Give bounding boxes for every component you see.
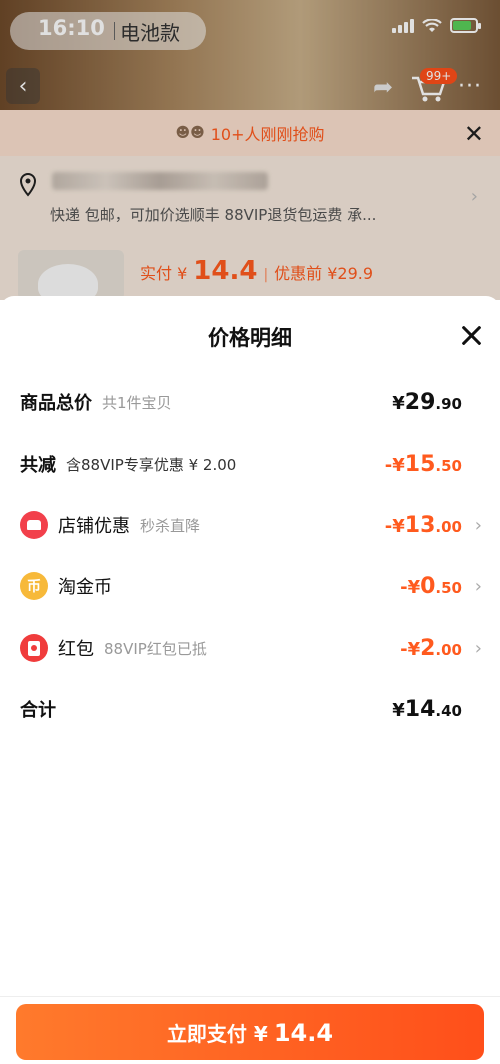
row-price: -¥ 15.50 (385, 452, 462, 477)
price-symbol: -¥ (400, 576, 421, 598)
price-symbol: -¥ (384, 454, 405, 476)
price-detail-sheet: 价格明细 商品总价 共1件宝贝 ¥29.90 共减 含88VIP专享优惠 ¥ 2… (0, 296, 500, 1064)
row-total-discount: 共减 含88VIP专享优惠 ¥ 2.00 -¥ 15.50 (0, 444, 500, 484)
row-total: 合计 ¥14.40 (0, 689, 500, 729)
bottom-divider (0, 996, 500, 997)
price-decimal: .00 (435, 640, 462, 659)
row-note: 88VIP红包已抵 (104, 639, 207, 658)
sheet-title: 价格明细 (208, 326, 292, 350)
price-symbol: ¥ (392, 699, 405, 721)
price-symbol: ¥ (392, 392, 405, 414)
coin-icon: 币 (20, 572, 48, 600)
price-symbol: -¥ (384, 515, 405, 537)
price-integer: 2 (420, 635, 436, 661)
chevron-right-icon[interactable]: › (475, 638, 482, 659)
pay-now-button[interactable]: 立即支付 ¥ 14.4 (16, 1004, 484, 1060)
price-decimal: .90 (435, 394, 462, 413)
row-total-goods: 商品总价 共1件宝贝 ¥29.90 (0, 382, 500, 422)
price-integer: 14 (404, 696, 436, 722)
chevron-right-icon[interactable]: › (475, 515, 482, 536)
row-price: -¥ 0.50 (400, 574, 462, 599)
red-packet-icon (20, 634, 48, 662)
row-note: 含88VIP专享优惠 ¥ 2.00 (66, 455, 237, 474)
row-label: 共减 (20, 455, 56, 476)
row-label: 店铺优惠 (58, 516, 130, 537)
row-price: -¥ 13.00 (385, 513, 462, 538)
price-integer: 0 (420, 573, 436, 599)
row-note: 共1件宝贝 (102, 393, 172, 412)
price-decimal: .50 (435, 456, 462, 475)
row-note: 秒杀直降 (140, 516, 201, 535)
row-price: -¥ 2.00 (400, 636, 462, 661)
price-integer: 15 (404, 451, 436, 477)
chevron-right-icon[interactable]: › (475, 576, 482, 597)
price-decimal: .40 (435, 701, 462, 720)
pay-button-label: 立即支付 ¥ (166, 1022, 268, 1046)
product-page-background: 电池款 16:10 ‹ ➦ 99+ ··· ☻☻ 10+人刚刚抢购 ✕ 快递 包… (0, 0, 500, 300)
row-price: ¥14.40 (392, 697, 462, 722)
row-shop-discount[interactable]: 店铺优惠 秒杀直降 -¥ 13.00 › (0, 505, 500, 545)
price-symbol: -¥ (400, 638, 421, 660)
row-label: 合计 (20, 700, 56, 721)
pay-button-amount: 14.4 (273, 1019, 334, 1047)
shop-icon (20, 511, 48, 539)
row-label: 商品总价 (20, 393, 92, 414)
price-integer: 13 (404, 512, 436, 538)
price-integer: 29 (404, 389, 436, 415)
row-label: 红包 (58, 639, 94, 660)
row-label: 淘金币 (58, 577, 112, 598)
row-tao-coin: 币 淘金币 -¥ 0.50 › (0, 566, 500, 606)
dim-overlay[interactable] (0, 0, 500, 300)
row-red-packet[interactable]: 红包 88VIP红包已抵 -¥ 2.00 › (0, 628, 500, 668)
row-price: ¥29.90 (392, 390, 462, 415)
close-icon[interactable] (460, 324, 482, 346)
price-decimal: .50 (435, 578, 462, 597)
price-decimal: .00 (435, 517, 462, 536)
